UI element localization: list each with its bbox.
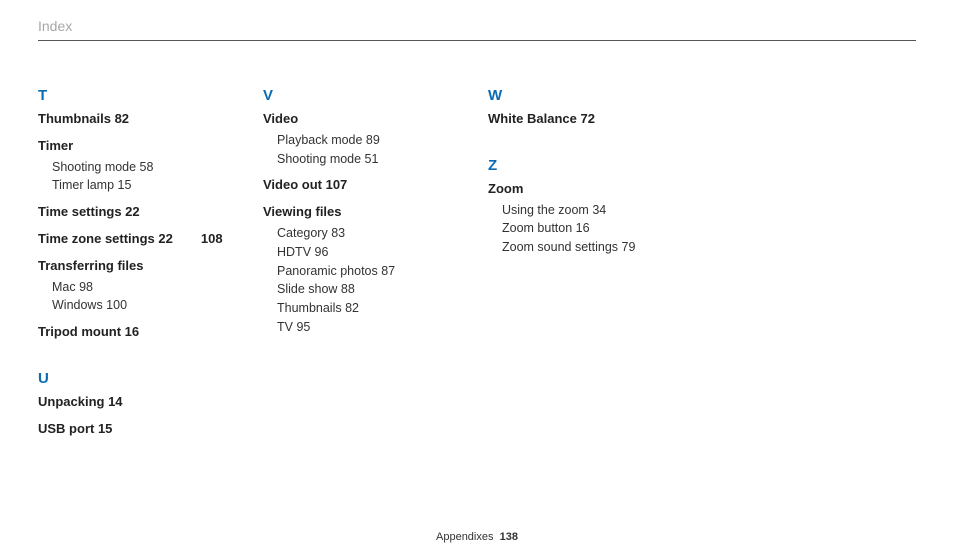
- index-entry: Transferring files Mac 98Windows 100: [38, 257, 263, 315]
- sub-entry: Category 83: [277, 224, 488, 243]
- footer-page-number: 138: [500, 531, 518, 543]
- entry-term: Zoom: [488, 181, 523, 196]
- entry-page: 15: [94, 421, 112, 436]
- entry-page: 107: [322, 177, 347, 192]
- entry-term: Time settings: [38, 204, 122, 219]
- entry-line: Viewing files: [263, 203, 488, 222]
- entry-term: Thumbnails: [38, 111, 111, 126]
- footer-label: Appendixes: [436, 531, 494, 543]
- index-section-v: VVideoPlayback mode 89Shooting mode 51Vi…: [263, 87, 488, 337]
- entry-line: White Balance 72: [488, 110, 713, 129]
- entry-subs: Category 83HDTV 96Panoramic photos 87Sli…: [263, 224, 488, 337]
- entry-term: Transferring files: [38, 258, 143, 273]
- entry-line: Tripod mount 16: [38, 323, 263, 342]
- entry-subs: Using the zoom 34Zoom button 16Zoom soun…: [488, 201, 713, 257]
- index-entry: White Balance 72: [488, 110, 713, 129]
- index-entry: Tripod mount 16: [38, 323, 263, 342]
- header-title: Index: [38, 18, 72, 34]
- section-letter: U: [38, 370, 263, 387]
- sub-entry: TV 95: [277, 318, 488, 337]
- entry-term: USB port: [38, 421, 94, 436]
- section-letter: V: [263, 87, 488, 104]
- entry-line: Video out 107: [263, 176, 488, 195]
- entry-page: 14: [104, 394, 122, 409]
- index-entry: Zoom Using the zoom 34Zoom button 16Zoom …: [488, 180, 713, 257]
- page-footer: Appendixes 138: [0, 531, 954, 543]
- entry-line: Time zone settings 22 108: [38, 230, 263, 249]
- sub-entry: Windows 100: [52, 296, 263, 315]
- sub-entry: Thumbnails 82: [277, 299, 488, 318]
- sub-entry: Mac 98: [52, 278, 263, 297]
- entry-line: Unpacking 14: [38, 393, 263, 412]
- entry-subs: Mac 98Windows 100: [38, 278, 263, 316]
- section-letter: Z: [488, 157, 713, 174]
- sub-entry: HDTV 96: [277, 243, 488, 262]
- column-2: VVideoPlayback mode 89Shooting mode 51Vi…: [263, 87, 488, 447]
- sub-entry: Using the zoom 34: [502, 201, 713, 220]
- sub-entry: Playback mode 89: [277, 131, 488, 150]
- entry-page: 22: [122, 204, 140, 219]
- entry-line: Timer: [38, 137, 263, 156]
- entry-extra-page: 108: [201, 230, 223, 249]
- sub-entry: Panoramic photos 87: [277, 262, 488, 281]
- index-section-u: U Unpacking 14 USB port 15: [38, 370, 263, 439]
- entry-page: 82: [111, 111, 129, 126]
- entry-line: Transferring files: [38, 257, 263, 276]
- index-entry: Video Playback mode 89Shooting mode 51: [263, 110, 488, 168]
- entry-line: USB port 15: [38, 420, 263, 439]
- entry-page: 72: [577, 111, 595, 126]
- index-columns: T Thumbnails 82 Timer Shooting mode 58Timer…: [38, 87, 916, 447]
- entry-line: Video: [263, 110, 488, 129]
- entry-term: Viewing files: [263, 204, 342, 219]
- index-section-w: W White Balance 72: [488, 87, 713, 129]
- entry-line: Thumbnails 82: [38, 110, 263, 129]
- index-section-t: T Thumbnails 82 Timer Shooting mode 58Timer…: [38, 87, 263, 342]
- index-entry: Unpacking 14: [38, 393, 263, 412]
- index-entry: Time settings 22: [38, 203, 263, 222]
- index-section-z: Z Zoom Using the zoom 34Zoom button 16Zoom…: [488, 157, 713, 257]
- index-entry: Thumbnails 82: [38, 110, 263, 129]
- entry-term: Time zone settings: [38, 231, 155, 246]
- entry-page: 16: [121, 324, 139, 339]
- index-entry: USB port 15: [38, 420, 263, 439]
- entry-subs: Playback mode 89Shooting mode 51: [263, 131, 488, 169]
- entry-term: Video out: [263, 177, 322, 192]
- section-letter: T: [38, 87, 263, 104]
- index-page: Index T Thumbnails 82 Timer Shooting mode 5…: [0, 0, 954, 447]
- sub-entry: Timer lamp 15: [52, 176, 263, 195]
- entry-term: Timer: [38, 138, 73, 153]
- index-entry: Viewing files Category 83HDTV 96Panoramic…: [263, 203, 488, 336]
- sub-entry: Zoom sound settings 79: [502, 238, 713, 257]
- sub-entry: Shooting mode 51: [277, 150, 488, 169]
- index-entry: Time zone settings 22 108: [38, 230, 263, 249]
- page-header: Index: [38, 18, 916, 41]
- column-3: WWhite Balance 72ZZoomUsing the zoom 34Z…: [488, 87, 713, 447]
- sub-entry: Zoom button 16: [502, 219, 713, 238]
- entry-term: Tripod mount: [38, 324, 121, 339]
- index-entry: Timer Shooting mode 58Timer lamp 15: [38, 137, 263, 195]
- entry-term: Unpacking: [38, 394, 104, 409]
- section-letter: W: [488, 87, 713, 104]
- entry-page: 22: [155, 231, 173, 246]
- column-1: T Thumbnails 82 Timer Shooting mode 58Timer…: [38, 87, 263, 447]
- entry-term: Video: [263, 111, 298, 126]
- entry-line: Zoom: [488, 180, 713, 199]
- entry-term: White Balance: [488, 111, 577, 126]
- sub-entry: Slide show 88: [277, 280, 488, 299]
- entry-subs: Shooting mode 58Timer lamp 15: [38, 158, 263, 196]
- entry-line: Time settings 22: [38, 203, 263, 222]
- index-entry: Video out 107: [263, 176, 488, 195]
- sub-entry: Shooting mode 58: [52, 158, 263, 177]
